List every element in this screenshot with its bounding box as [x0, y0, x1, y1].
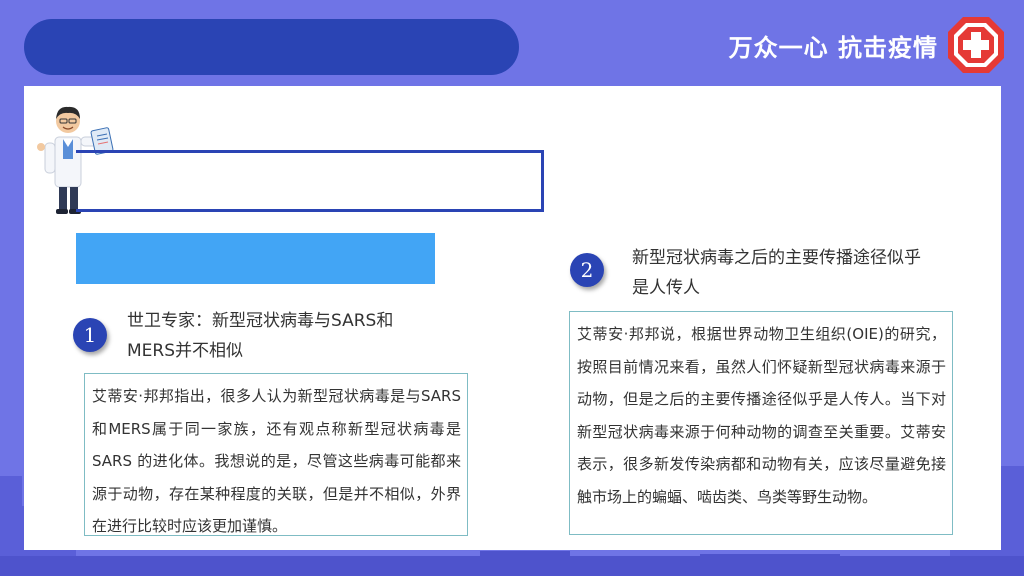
section-heading: 新型冠状病毒之后的主要传播途径似乎是人传人 [632, 248, 921, 298]
subtitle-placeholder-bar [76, 233, 435, 284]
section-body-text: 艾蒂安·邦邦说，根据世界动物卫生组织(OIE)的研究， 按照目前情况来看，虽然人… [569, 311, 953, 535]
title-placeholder-frame [76, 150, 544, 212]
section-heading: 世卫专家：新型冠状病毒与SARS和MERS并不相似 [127, 311, 394, 361]
section-number-badge: 2 [570, 253, 604, 287]
section-body-text: 艾蒂安·邦邦指出，很多人认为新型冠状病毒是与SARS和MERS属于同一家族，还有… [84, 373, 468, 536]
section-number-badge: 1 [73, 318, 107, 352]
header-pill-banner [24, 19, 519, 75]
red-cross-icon [948, 17, 1004, 73]
slogan-text: 万众一心 抗击疫情 [728, 33, 938, 62]
